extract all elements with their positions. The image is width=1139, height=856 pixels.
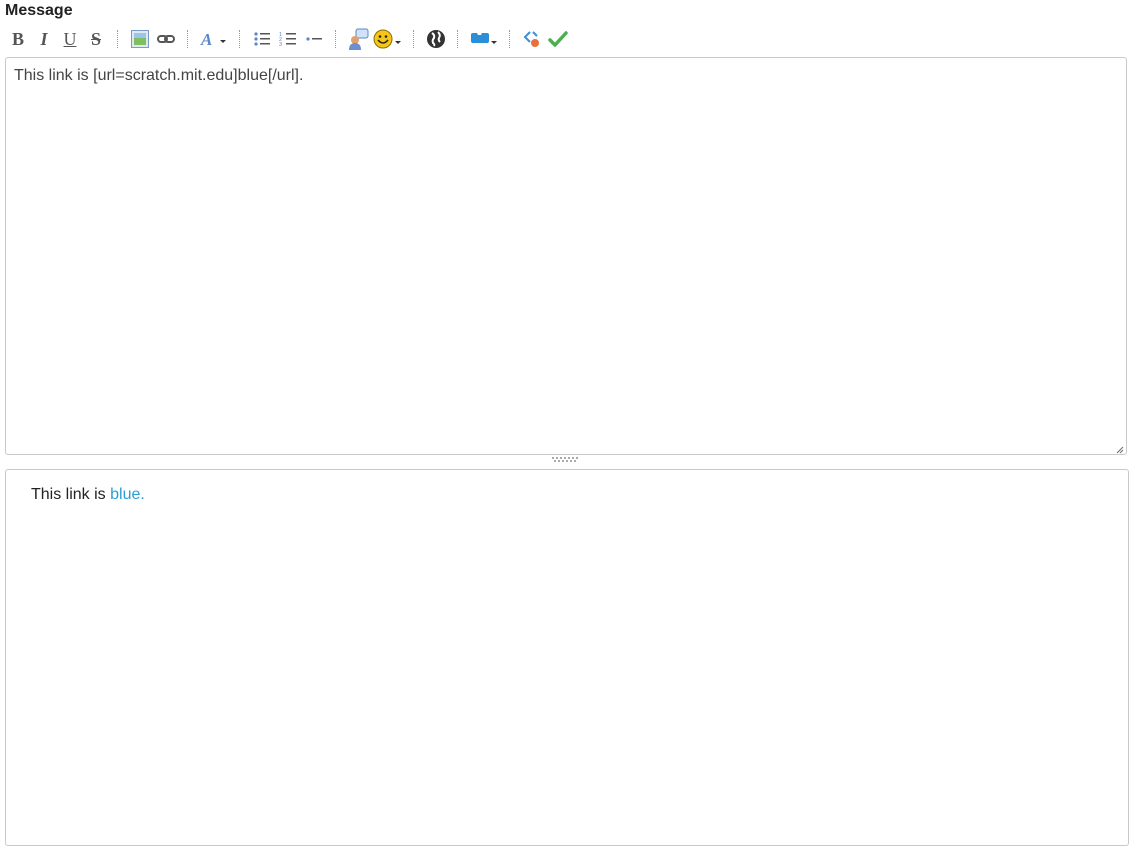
image-icon <box>131 30 149 48</box>
clean-button[interactable] <box>519 27 545 51</box>
preview-suffix: . <box>140 486 145 503</box>
font-dropdown-button[interactable]: A <box>197 27 231 51</box>
preview-prefix: This link is <box>31 486 111 503</box>
preview-text: This link is blue. <box>31 486 145 504</box>
message-label: Message <box>5 2 73 19</box>
preview-link[interactable]: blue <box>110 486 140 503</box>
svg-text:A: A <box>200 30 212 48</box>
italic-button[interactable]: I <box>31 27 57 51</box>
globe-icon <box>427 30 445 48</box>
preview-button[interactable] <box>545 27 571 51</box>
underline-icon: U <box>63 29 77 49</box>
checkmark-icon <box>548 31 568 47</box>
bold-icon: B <box>11 29 24 49</box>
toolbar-separator <box>239 30 241 48</box>
underline-button[interactable]: U <box>57 27 83 51</box>
bullet-list-button[interactable] <box>249 27 275 51</box>
splitter-grip-icon[interactable] <box>552 457 580 463</box>
strikethrough-button[interactable]: S <box>83 27 109 51</box>
link-icon <box>157 35 175 43</box>
image-button[interactable] <box>127 27 153 51</box>
toolbar-separator <box>335 30 337 48</box>
scratchblocks-dropdown-button[interactable] <box>467 27 501 51</box>
clean-icon <box>523 31 539 47</box>
bullet-list-icon <box>254 32 270 46</box>
wiki-link-button[interactable] <box>423 27 449 51</box>
numbered-list-button[interactable]: 1 2 3 <box>275 27 301 51</box>
bold-button[interactable]: B <box>5 27 31 51</box>
link-button[interactable] <box>153 27 179 51</box>
toolbar-separator <box>187 30 189 48</box>
toolbar-separator <box>457 30 459 48</box>
smiley-dropdown-button[interactable] <box>371 27 405 51</box>
toolbar-separator <box>509 30 511 48</box>
quote-button[interactable] <box>345 27 371 51</box>
message-textarea[interactable]: This link is [url=scratch.mit.edu]blue[/… <box>5 57 1127 455</box>
preview-pane: This link is blue. <box>5 469 1129 846</box>
markup-toolbar: B I U S A 1 2 3 <box>5 27 571 51</box>
smiley-icon <box>373 29 401 49</box>
font-icon: A <box>200 30 226 48</box>
list-item-button[interactable] <box>301 27 327 51</box>
list-item-icon <box>306 37 322 41</box>
numbered-list-icon: 1 2 3 <box>279 32 296 48</box>
toolbar-separator <box>117 30 119 48</box>
scratch-block-icon <box>471 33 497 44</box>
resize-handle-icon[interactable] <box>1114 444 1124 454</box>
svg-text:3: 3 <box>279 42 282 48</box>
strikethrough-icon: S <box>90 29 101 49</box>
italic-icon: I <box>40 29 48 49</box>
toolbar-separator <box>413 30 415 48</box>
message-editor-page: Message B I U S A 1 2 3 This link is [ur… <box>0 0 1139 856</box>
quote-icon <box>349 28 369 50</box>
